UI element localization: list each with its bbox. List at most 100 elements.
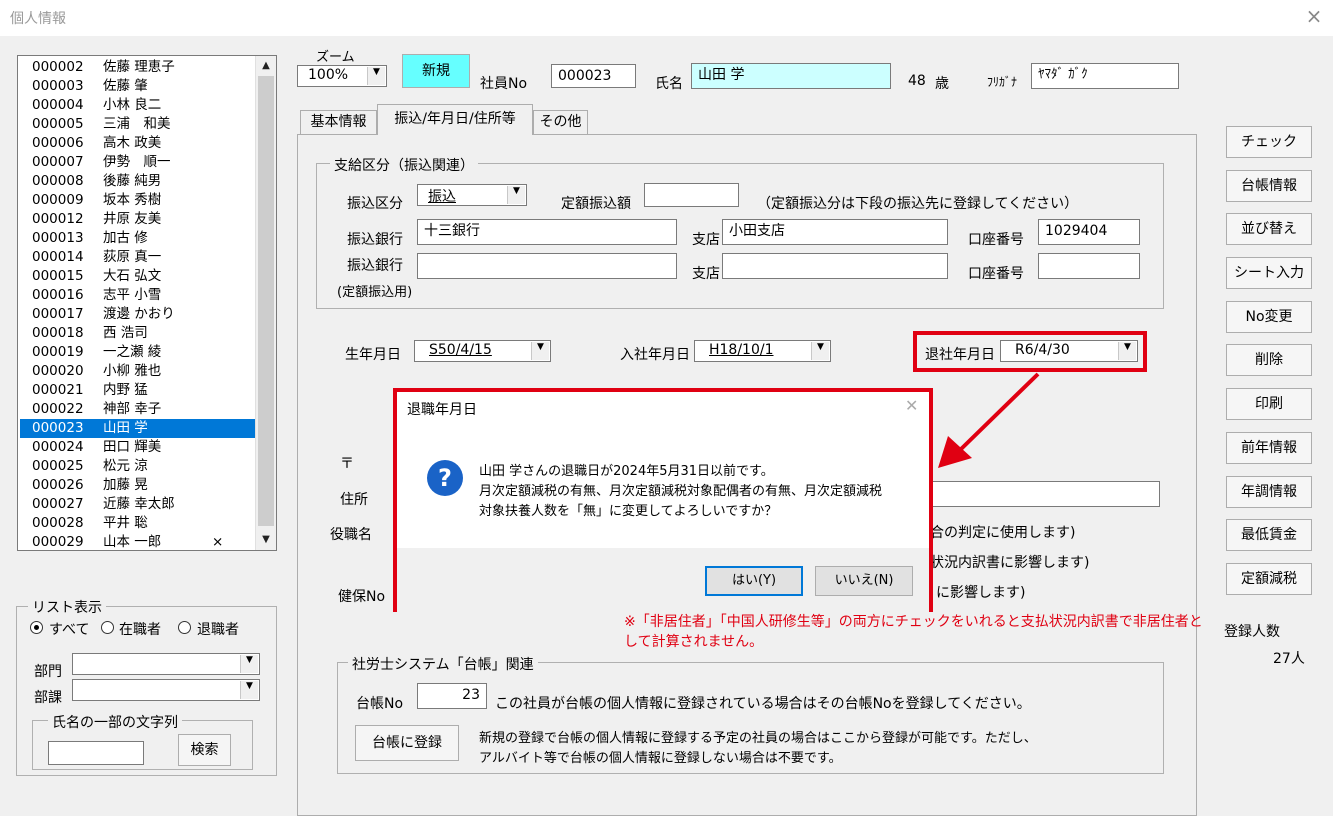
name-field[interactable]: 山田 学 bbox=[691, 63, 891, 89]
zoom-value: 100% bbox=[308, 67, 349, 83]
employee-no: 000012 bbox=[32, 211, 84, 227]
fixed-tax-cut-button[interactable]: 定額減税 bbox=[1226, 563, 1312, 595]
sheet-input-button[interactable]: シート入力 bbox=[1226, 257, 1312, 289]
section-select[interactable]: ▼ bbox=[72, 679, 260, 701]
list-item[interactable]: 000028 平井 聡 bbox=[20, 514, 256, 533]
list-item[interactable]: 000015 大石 弘文 bbox=[20, 267, 256, 286]
postal-mark: 〒 bbox=[340, 456, 354, 472]
birth-select[interactable]: S50/4/15 ▼ bbox=[414, 340, 551, 362]
list-item[interactable]: 000019 一之瀬 綾 bbox=[20, 343, 256, 362]
list-item[interactable]: 000022 神部 幸子 bbox=[20, 400, 256, 419]
tab-transfer[interactable]: 振込/年月日/住所等 bbox=[377, 104, 533, 135]
list-item[interactable]: 000009 坂本 秀樹 bbox=[20, 191, 256, 210]
sort-button[interactable]: 並び替え bbox=[1226, 213, 1312, 245]
radio-retired[interactable] bbox=[178, 621, 191, 634]
employee-no: 000027 bbox=[32, 496, 84, 512]
join-select[interactable]: H18/10/1 ▼ bbox=[694, 340, 831, 362]
employee-list[interactable]: 000029 山本 一郎 × 000028 平井 聡 000027 近藤 幸太郎 000026… bbox=[17, 55, 277, 551]
list-item[interactable]: 000005 三浦 和美 bbox=[20, 115, 256, 134]
list-item[interactable]: 000017 渡邊 かおり bbox=[20, 305, 256, 324]
list-item[interactable]: 000002 佐藤 理恵子 bbox=[20, 58, 256, 77]
chevron-down-icon: ▼ bbox=[531, 342, 549, 360]
employee-name: 西 浩司 bbox=[103, 325, 148, 341]
search-button[interactable]: 検索 bbox=[178, 734, 231, 766]
scroll-down-icon[interactable]: ▼ bbox=[256, 530, 276, 550]
radio-all[interactable] bbox=[30, 621, 43, 634]
branch-label: 支店 bbox=[692, 232, 720, 248]
daicho-no-field[interactable]: 23 bbox=[417, 683, 487, 709]
scroll-thumb[interactable] bbox=[258, 76, 274, 526]
check-button[interactable]: チェック bbox=[1226, 126, 1312, 158]
chevron-down-icon: ▼ bbox=[240, 681, 258, 699]
address-field[interactable] bbox=[900, 481, 1160, 507]
print-button[interactable]: 印刷 bbox=[1226, 388, 1312, 420]
daicho-register-button[interactable]: 台帳に登録 bbox=[355, 725, 459, 761]
fixed-amount-field[interactable] bbox=[644, 183, 739, 207]
bank-field[interactable]: 十三銀行 bbox=[417, 219, 677, 245]
list-item[interactable]: 000020 小柳 雅也 bbox=[20, 362, 256, 381]
list-item[interactable]: 000007 伊勢 順一 bbox=[20, 153, 256, 172]
year-end-button[interactable]: 年調情報 bbox=[1226, 476, 1312, 508]
list-scrollbar[interactable]: ▲ ▼ bbox=[255, 56, 276, 550]
list-item[interactable]: 000012 井原 友美 bbox=[20, 210, 256, 229]
no-button[interactable]: いいえ(N) bbox=[815, 566, 913, 596]
list-item[interactable]: 000006 高木 政美 bbox=[20, 134, 256, 153]
employee-name: 加古 修 bbox=[103, 230, 148, 246]
list-item[interactable]: 000024 田口 輝美 bbox=[20, 438, 256, 457]
employee-name: 山本 一郎 bbox=[103, 534, 162, 550]
list-item[interactable]: 000021 内野 猛 bbox=[20, 381, 256, 400]
health-note: に影響します) bbox=[936, 585, 1026, 601]
list-item[interactable]: 000029 山本 一郎 × bbox=[20, 533, 256, 552]
list-item[interactable]: 000027 近藤 幸太郎 bbox=[20, 495, 256, 514]
radio-active[interactable] bbox=[101, 621, 114, 634]
account-field[interactable]: 1029404 bbox=[1038, 219, 1140, 245]
tab-other[interactable]: その他 bbox=[533, 110, 588, 134]
zoom-select[interactable]: 100% ▼ bbox=[297, 65, 387, 87]
daicho-legend: 社労士システム「台帳」関連 bbox=[348, 654, 538, 674]
name-label: 氏名 bbox=[655, 76, 683, 92]
daicho-reg-desc1: 新規の登録で台帳の個人情報に登録する予定の社員の場合はここから登録が可能です。た… bbox=[479, 731, 1037, 746]
transfer-type-select[interactable]: 振込 ▼ bbox=[417, 184, 527, 206]
transfer-type-label: 振込区分 bbox=[347, 196, 403, 212]
min-wage-button[interactable]: 最低賃金 bbox=[1226, 519, 1312, 551]
list-item[interactable]: 000026 加藤 晃 bbox=[20, 476, 256, 495]
list-item[interactable]: 000013 加古 修 bbox=[20, 229, 256, 248]
account2-field[interactable] bbox=[1038, 253, 1140, 279]
employee-no: 000024 bbox=[32, 439, 84, 455]
delete-button[interactable]: 削除 bbox=[1226, 344, 1312, 376]
emp-no-field[interactable]: 000023 bbox=[551, 64, 636, 88]
employee-name: 佐藤 肇 bbox=[103, 78, 148, 94]
scroll-up-icon[interactable]: ▲ bbox=[256, 56, 276, 76]
yes-button[interactable]: はい(Y) bbox=[705, 566, 803, 596]
new-button[interactable]: 新規 bbox=[402, 54, 470, 88]
retire-select[interactable]: R6/4/30 ▼ bbox=[1000, 340, 1138, 362]
list-item[interactable]: 000004 小林 良二 bbox=[20, 96, 256, 115]
prev-year-button[interactable]: 前年情報 bbox=[1226, 432, 1312, 464]
tab-basic[interactable]: 基本情報 bbox=[300, 110, 377, 134]
name-search-input[interactable] bbox=[48, 741, 144, 765]
list-item[interactable]: 000014 荻原 真一 bbox=[20, 248, 256, 267]
dept-label: 部門 bbox=[34, 664, 62, 680]
list-item[interactable]: 000016 志平 小雪 bbox=[20, 286, 256, 305]
list-item[interactable]: 000018 西 浩司 bbox=[20, 324, 256, 343]
chevron-down-icon: ▼ bbox=[507, 186, 525, 204]
employee-no: 000014 bbox=[32, 249, 84, 265]
employee-no: 000009 bbox=[32, 192, 84, 208]
dialog-close-icon[interactable]: ✕ bbox=[905, 396, 918, 415]
branch2-field[interactable] bbox=[722, 253, 948, 279]
list-item[interactable]: 000003 佐藤 肇 bbox=[20, 77, 256, 96]
employee-no: 000025 bbox=[32, 458, 84, 474]
branch-field[interactable]: 小田支店 bbox=[722, 219, 948, 245]
dept-select[interactable]: ▼ bbox=[72, 653, 260, 675]
employee-name: 荻原 真一 bbox=[103, 249, 162, 265]
join-value: H18/10/1 bbox=[709, 342, 774, 358]
list-item[interactable]: 000023 山田 学 bbox=[20, 419, 256, 438]
employee-name: 内野 猛 bbox=[103, 382, 148, 398]
list-item[interactable]: 000008 後藤 純男 bbox=[20, 172, 256, 191]
daicho-info-button[interactable]: 台帳情報 bbox=[1226, 170, 1312, 202]
close-icon[interactable]: × bbox=[1302, 4, 1326, 28]
kana-field[interactable]: ﾔﾏﾀﾞ ｶﾞｸ bbox=[1031, 63, 1179, 89]
change-no-button[interactable]: No変更 bbox=[1226, 301, 1312, 333]
list-item[interactable]: 000025 松元 涼 bbox=[20, 457, 256, 476]
bank2-field[interactable] bbox=[417, 253, 677, 279]
